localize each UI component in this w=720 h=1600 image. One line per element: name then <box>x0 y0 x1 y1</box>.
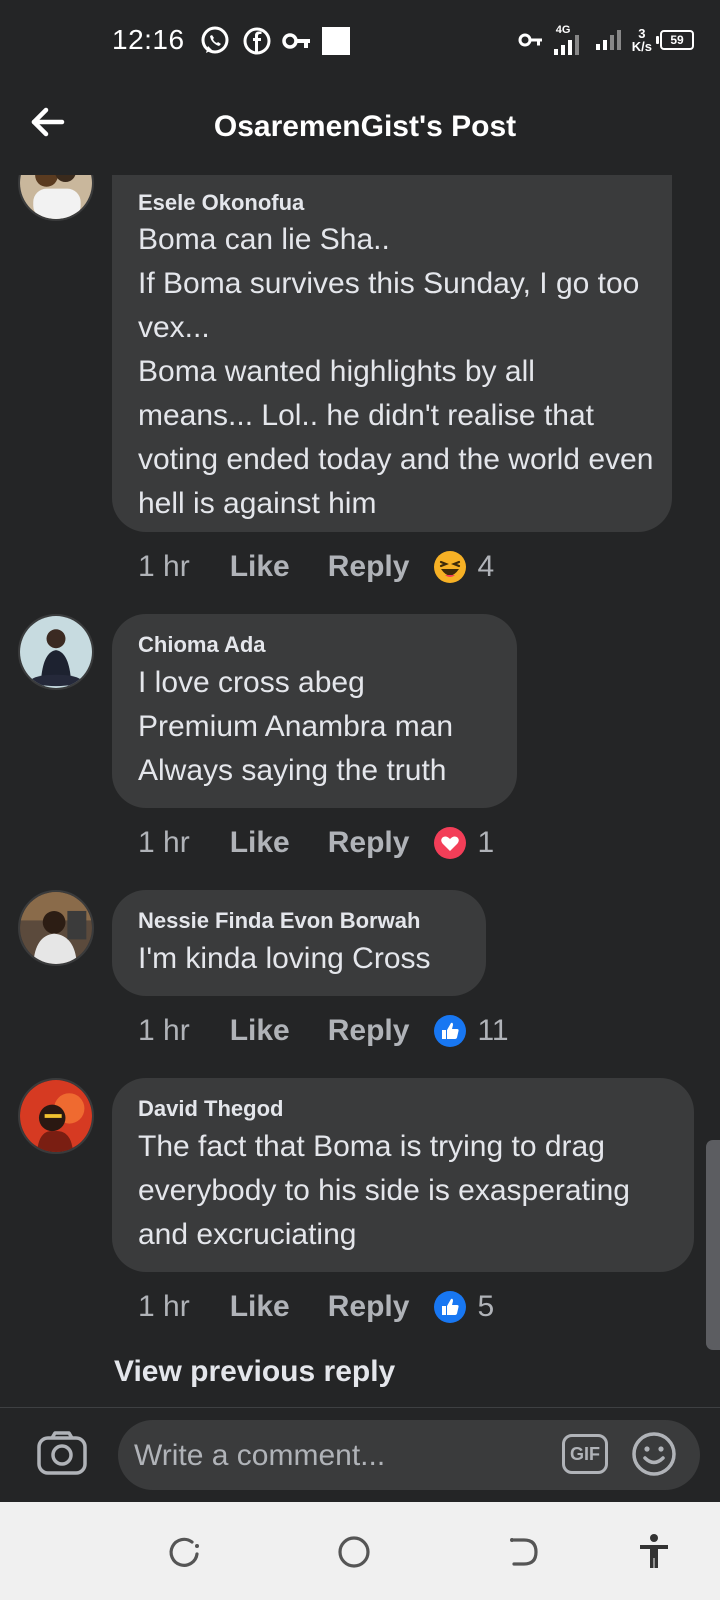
status-time: 12:16 <box>112 24 185 55</box>
comment-time: 1 hr <box>138 1014 190 1047</box>
like-icon[interactable] <box>433 1014 467 1048</box>
reply-button[interactable]: Reply <box>328 550 410 584</box>
status-bar: 12:16 4G 3 K/s 59 <box>0 0 720 80</box>
comment-author[interactable]: Nessie Finda Evon Borwah <box>138 908 420 934</box>
comment-bubble[interactable]: David Thegod The fact that Boma is tryin… <box>112 1078 694 1272</box>
like-button[interactable]: Like <box>230 826 290 860</box>
comment-actions: 1 hr Like Reply 5 <box>138 1289 494 1325</box>
back-icon[interactable] <box>504 1532 544 1572</box>
comment-author[interactable]: David Thegod <box>138 1096 283 1122</box>
comment-text: The fact that Boma is trying to drag eve… <box>138 1130 630 1251</box>
vpn-key-icon <box>518 33 542 47</box>
gif-button[interactable]: GIF <box>562 1434 608 1474</box>
reply-button[interactable]: Reply <box>328 1290 410 1324</box>
comment-time: 1 hr <box>138 826 190 859</box>
status-notification-icons <box>198 24 350 58</box>
avatar[interactable] <box>18 1078 94 1154</box>
signal-strength-icon <box>595 30 621 50</box>
avatar[interactable] <box>18 890 94 966</box>
network-speed: 3 K/s <box>632 27 652 53</box>
vpn-key-icon <box>282 33 310 49</box>
notification-square-icon <box>322 27 350 55</box>
camera-icon[interactable] <box>36 1430 88 1476</box>
view-previous-reply-link[interactable]: View previous reply <box>114 1355 395 1389</box>
comment-composer: GIF <box>0 1407 720 1503</box>
battery-icon: 59 <box>656 30 694 50</box>
haha-icon[interactable] <box>433 550 467 584</box>
reaction-count[interactable]: 5 <box>477 1290 494 1324</box>
network-speed-unit: K/s <box>631 39 652 54</box>
recent-apps-icon[interactable] <box>164 1532 204 1572</box>
comment-time: 1 hr <box>138 550 190 583</box>
comment-text: I'm kinda loving Cross <box>138 942 431 975</box>
scrollbar[interactable] <box>706 1140 720 1350</box>
love-icon[interactable] <box>433 826 467 860</box>
signal-4g-icon: 4G <box>552 25 586 55</box>
comment-actions: 1 hr Like Reply 11 <box>138 1013 509 1049</box>
like-button[interactable]: Like <box>230 1014 290 1048</box>
like-icon[interactable] <box>433 1290 467 1324</box>
avatar[interactable] <box>18 175 94 221</box>
comment-feed[interactable]: Esele Okonofua Boma can lie Sha.. If Bom… <box>0 175 720 1407</box>
comment-input-container[interactable]: GIF <box>118 1420 700 1492</box>
comment-bubble[interactable]: Chioma Ada I love cross abeg Premium Ana… <box>112 614 517 808</box>
comment-time: 1 hr <box>138 1290 190 1323</box>
comment-text: I love cross abeg Premium Anambra man Al… <box>138 666 454 787</box>
comment-actions: 1 hr Like Reply 1 <box>138 825 494 861</box>
status-system-icons: 4G 3 K/s 59 <box>518 22 694 58</box>
reply-button[interactable]: Reply <box>328 826 410 860</box>
like-button[interactable]: Like <box>230 550 290 584</box>
system-nav-bar <box>0 1502 720 1600</box>
reaction-count[interactable]: 1 <box>477 826 494 860</box>
comment-actions: 1 hr Like Reply 4 <box>138 549 494 585</box>
comment-input[interactable] <box>132 1420 536 1492</box>
comment-author[interactable]: Esele Okonofua <box>138 190 304 216</box>
reply-button[interactable]: Reply <box>328 1014 410 1048</box>
emoji-icon[interactable] <box>630 1430 678 1478</box>
page-title: OsaremenGist's Post <box>213 110 517 143</box>
comment-bubble[interactable]: Nessie Finda Evon Borwah I'm kinda lovin… <box>112 890 486 996</box>
facebook-icon <box>243 27 271 55</box>
comment-text: Boma can lie Sha.. If Boma survives this… <box>138 223 654 520</box>
reaction-count[interactable]: 4 <box>477 550 494 584</box>
reaction-count[interactable]: 11 <box>477 1014 508 1048</box>
avatar[interactable] <box>18 614 94 690</box>
comment-bubble[interactable]: Esele Okonofua Boma can lie Sha.. If Bom… <box>112 175 672 532</box>
app-header: OsaremenGist's Post <box>0 80 720 175</box>
accessibility-icon[interactable] <box>634 1532 674 1572</box>
whatsapp-icon <box>201 26 229 54</box>
home-icon[interactable] <box>334 1532 374 1572</box>
like-button[interactable]: Like <box>230 1290 290 1324</box>
comment-author[interactable]: Chioma Ada <box>138 632 266 658</box>
